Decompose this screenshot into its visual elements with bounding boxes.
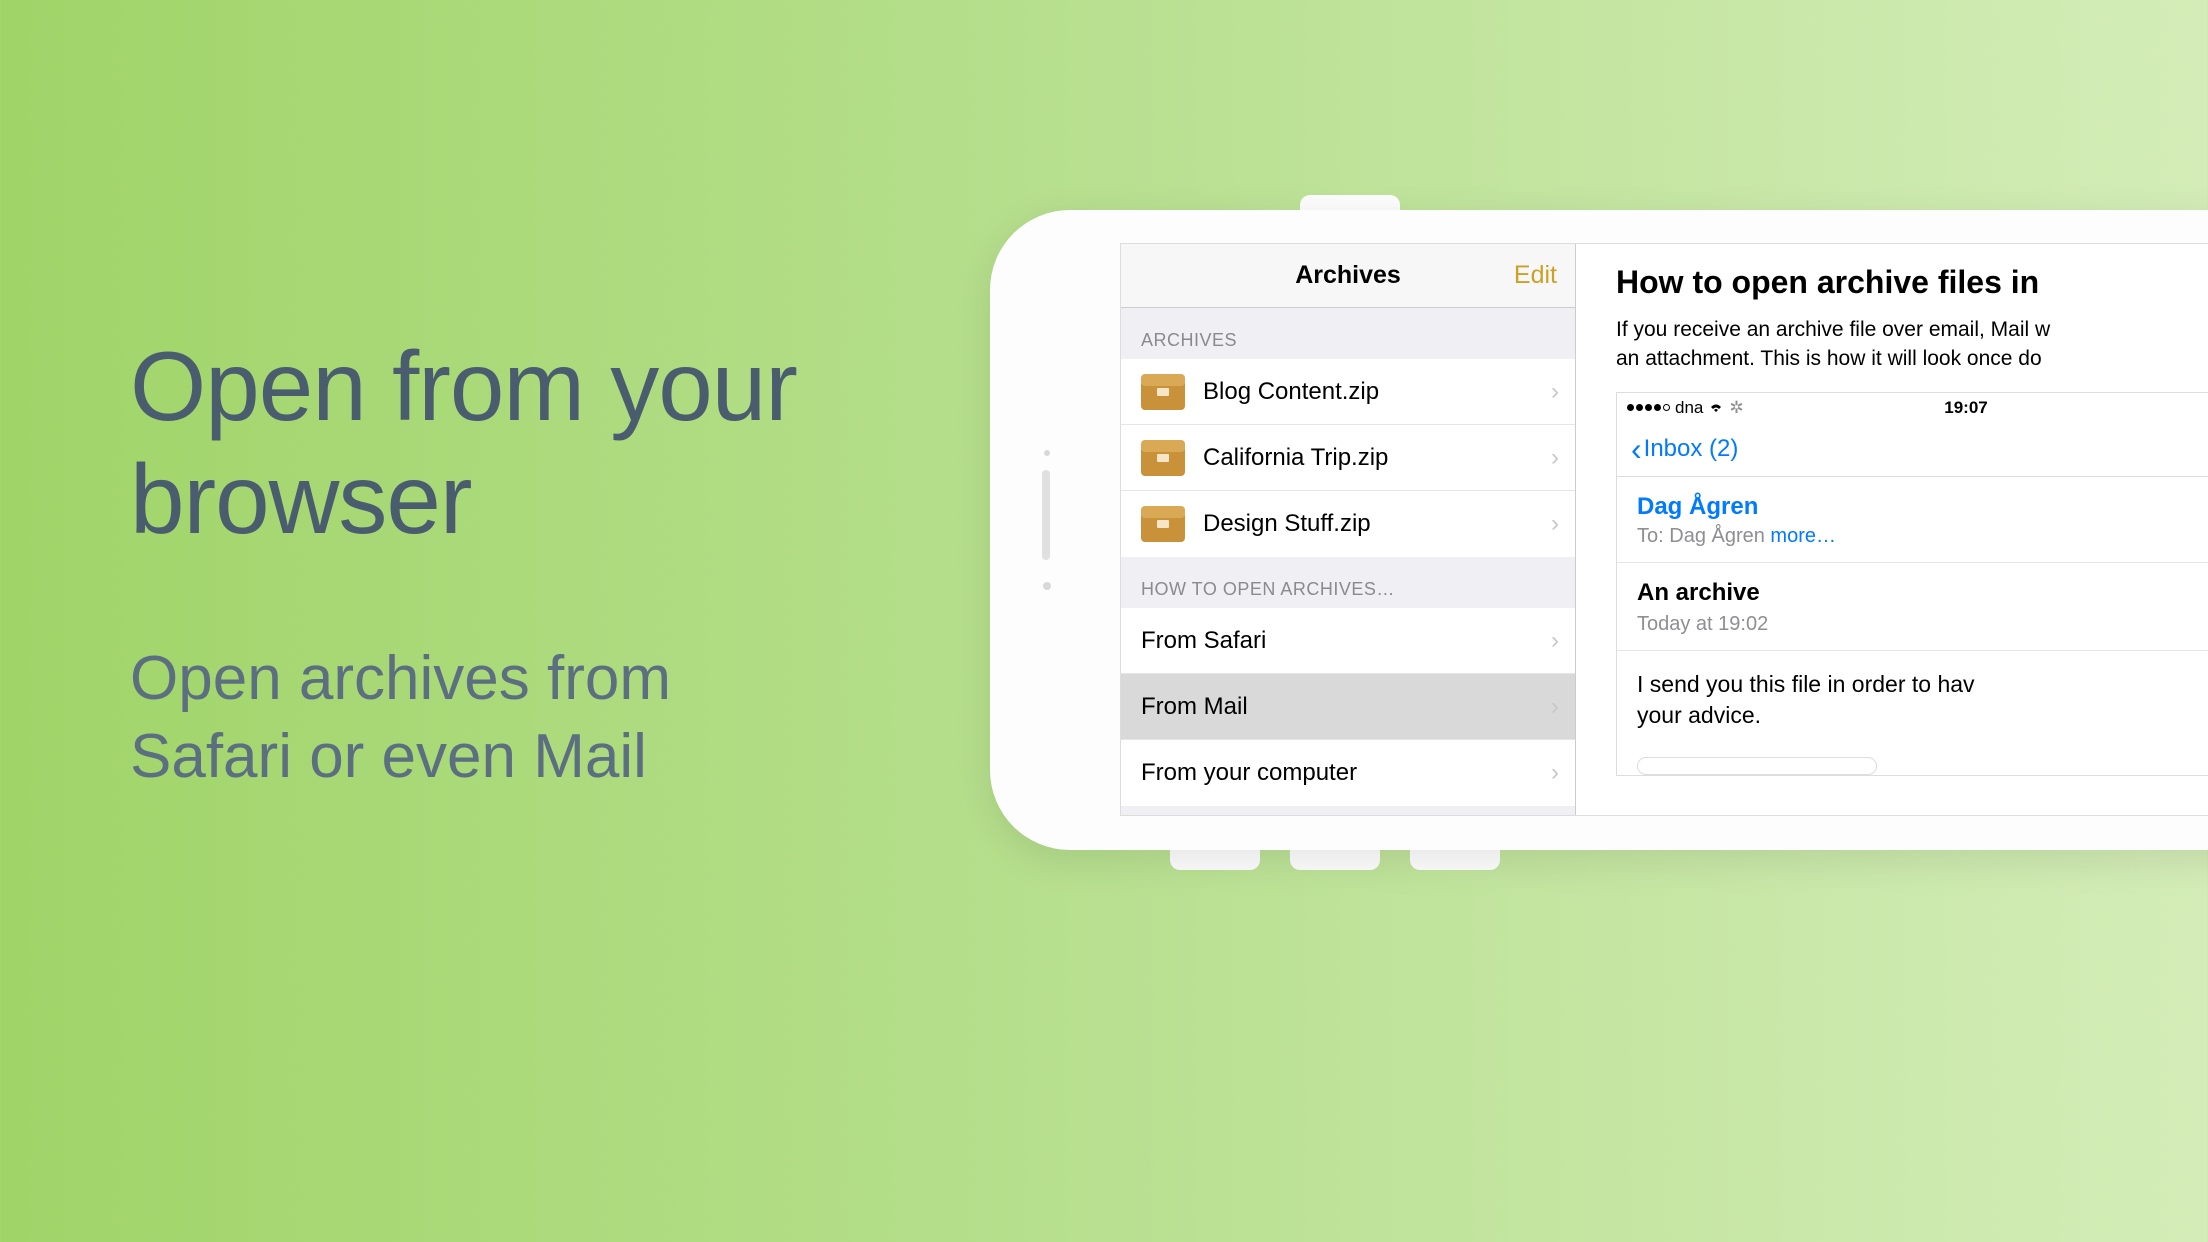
howto-row-mail[interactable]: From Mail › (1121, 674, 1575, 740)
mail-to: To: Dag Ågren more… (1637, 525, 2208, 548)
phone-sensor-dot (1043, 582, 1051, 590)
phone-sensor-dot (1044, 450, 1050, 456)
navbar: Archives Edit (1121, 244, 1575, 308)
mail-body: I send you this file in order to hav you… (1617, 651, 2208, 749)
navbar-title: Archives (1295, 261, 1401, 290)
status-bar: dna ✲ 19:07 (1617, 393, 2208, 423)
howto-label: From Safari (1141, 627, 1551, 655)
detail-pane: How to open archive files in If you rece… (1576, 244, 2208, 815)
wifi-icon (1708, 398, 1724, 418)
archive-label: Design Stuff.zip (1203, 510, 1551, 538)
headline-line2: browser (130, 443, 797, 556)
archive-row[interactable]: California Trip.zip › (1121, 425, 1575, 491)
phone-screen: Archives Edit ARCHIVES Blog Content.zip … (1120, 243, 2208, 816)
mail-more-link[interactable]: more… (1765, 525, 1836, 547)
archive-icon (1141, 374, 1185, 410)
detail-description: If you receive an archive file over emai… (1616, 315, 2208, 374)
archive-label: California Trip.zip (1203, 444, 1551, 472)
carrier-label: dna (1675, 398, 1703, 418)
mail-screenshot: dna ✲ 19:07 ‹ Inbox (2) ⌃ (1616, 392, 2208, 776)
chevron-right-icon: › (1551, 510, 1559, 538)
chevron-right-icon: › (1551, 627, 1559, 655)
mail-navbar: ‹ Inbox (2) ⌃ (1617, 423, 2208, 477)
back-label: Inbox (2) (1644, 435, 1739, 463)
mail-from[interactable]: Dag Ågren (1637, 493, 2208, 521)
mail-subject: An archive (1637, 579, 2208, 607)
sub-line1: Open archives from (130, 640, 671, 718)
chevron-right-icon: › (1551, 693, 1559, 721)
phone-notch (1410, 848, 1500, 870)
howto-label: From your computer (1141, 759, 1551, 787)
archive-icon (1141, 506, 1185, 542)
howto-label: From Mail (1141, 693, 1551, 721)
phone-speaker (1042, 470, 1050, 560)
archive-row[interactable]: Blog Content.zip › (1121, 359, 1575, 425)
archive-icon (1141, 440, 1185, 476)
sub-line2: Safari or even Mail (130, 718, 671, 796)
sidebar: Archives Edit ARCHIVES Blog Content.zip … (1121, 244, 1576, 815)
loading-icon: ✲ (1729, 398, 1743, 418)
mail-header: Dag Ågren To: Dag Ågren more… (1617, 477, 2208, 563)
marketing-subheadline: Open archives from Safari or even Mail (130, 640, 671, 795)
signal-icon (1627, 404, 1670, 411)
detail-title: How to open archive files in (1616, 264, 2208, 301)
edit-button[interactable]: Edit (1514, 261, 1557, 290)
howto-row-computer[interactable]: From your computer › (1121, 740, 1575, 806)
phone-notch (1170, 848, 1260, 870)
mail-date: Today at 19:02 (1637, 613, 2208, 636)
chevron-right-icon: › (1551, 378, 1559, 406)
headline-line1: Open from your (130, 330, 797, 443)
howto-row-safari[interactable]: From Safari › (1121, 608, 1575, 674)
section-header-howto: HOW TO OPEN ARCHIVES… (1121, 557, 1575, 608)
chevron-right-icon: › (1551, 759, 1559, 787)
section-header-archives: ARCHIVES (1121, 308, 1575, 359)
phone-notch (1290, 848, 1380, 870)
status-time: 19:07 (1944, 398, 1987, 418)
back-button[interactable]: ‹ Inbox (2) (1631, 431, 1738, 468)
marketing-headline: Open from your browser (130, 330, 797, 555)
mail-attachment[interactable] (1637, 757, 1877, 775)
archive-label: Blog Content.zip (1203, 378, 1551, 406)
mail-subject-block: An archive Today at 19:02 (1617, 563, 2208, 651)
chevron-right-icon: › (1551, 444, 1559, 472)
archive-row[interactable]: Design Stuff.zip › (1121, 491, 1575, 557)
chevron-left-icon: ‹ (1631, 431, 1642, 468)
